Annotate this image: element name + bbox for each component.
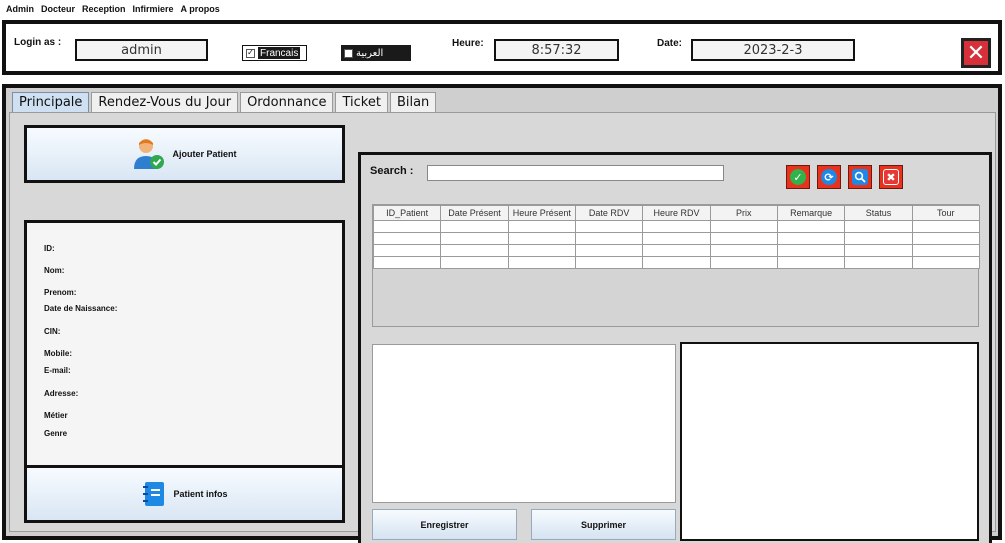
menu-docteur[interactable]: Docteur [41, 4, 75, 14]
field-prenom-label: Prenom: [44, 288, 77, 297]
field-genre-label: Genre [44, 429, 68, 438]
menu-bar: Admin Docteur Reception Infirmiere A pro… [0, 0, 1005, 18]
table-header-row: ID_Patient Date Présent Heure Présent Da… [372, 205, 981, 221]
notebook-icon [143, 482, 165, 506]
col-date-present[interactable]: Date Présent [440, 205, 509, 221]
tab-principale[interactable]: Principale [12, 92, 90, 112]
refresh-button[interactable]: ⟳ [817, 165, 841, 189]
info-bar: Login as : admin ✓ Francais العربية Heur… [2, 20, 1002, 75]
field-cin-label: CIN: [44, 327, 61, 336]
tab-bar: Principale Rendez-Vous du Jour Ordonnanc… [12, 92, 438, 112]
tab-principale-pane: Ajouter Patient ID: Nom: Prenom: Date de… [9, 112, 996, 543]
field-nom-label: Nom: [44, 266, 65, 275]
close-icon: ✕ [966, 40, 986, 65]
lang-francais-toggle[interactable]: ✓ Francais [242, 45, 307, 61]
tab-rendez-vous[interactable]: Rendez-Vous du Jour [91, 92, 239, 112]
date-label: Date: [657, 38, 683, 49]
col-id-patient[interactable]: ID_Patient [372, 205, 442, 221]
table-row[interactable] [372, 256, 981, 269]
heure-label: Heure: [452, 38, 484, 49]
close-button[interactable]: ✕ [961, 38, 991, 68]
heure-field: 8:57:32 [494, 39, 619, 61]
table-row[interactable] [372, 244, 981, 257]
add-user-icon [134, 139, 165, 169]
checkbox-checked-icon: ✓ [246, 48, 255, 58]
col-prix[interactable]: Prix [709, 205, 778, 221]
main-frame: Principale Rendez-Vous du Jour Ordonnanc… [2, 84, 1002, 543]
patient-infos-button[interactable]: Patient infos [24, 465, 345, 523]
col-status[interactable]: Status [844, 205, 913, 221]
details-textarea[interactable] [680, 342, 979, 541]
delete-button[interactable]: ✖ [879, 165, 903, 189]
col-heure-present[interactable]: Heure Présent [507, 205, 576, 221]
login-field: admin [75, 39, 208, 61]
field-id-label: ID: [44, 244, 55, 253]
rdv-panel: Search : ✓ ⟳ ✖ ID_Patient Date Présent H… [358, 152, 992, 543]
add-patient-button[interactable]: Ajouter Patient [24, 125, 345, 183]
lang-francais-label: Francais [258, 47, 301, 59]
login-label: Login as : [14, 37, 62, 48]
notes-textarea[interactable] [372, 344, 676, 503]
col-date-rdv[interactable]: Date RDV [574, 205, 644, 221]
rdv-table: ID_Patient Date Présent Heure Présent Da… [372, 204, 981, 327]
check-icon: ✓ [790, 169, 806, 185]
col-remarque[interactable]: Remarque [776, 205, 846, 221]
patient-infos-label: Patient infos [173, 489, 228, 499]
menu-reception[interactable]: Reception [82, 4, 126, 14]
delete-x-icon: ✖ [883, 169, 899, 185]
table-row[interactable] [372, 232, 981, 245]
menu-a-propos[interactable]: A propos [181, 4, 220, 14]
patient-info-panel: ID: Nom: Prenom: Date de Naissance: CIN:… [24, 220, 345, 486]
col-tour[interactable]: Tour [911, 205, 981, 221]
refresh-icon: ⟳ [821, 169, 837, 185]
magnifier-icon [852, 169, 868, 185]
lang-arabic-toggle[interactable]: العربية [341, 45, 411, 61]
menu-admin[interactable]: Admin [6, 4, 34, 14]
field-email-label: E-mail: [44, 366, 71, 375]
field-adresse-label: Adresse: [44, 389, 79, 398]
lang-arabic-label: العربية [356, 47, 384, 59]
menu-infirmiere[interactable]: Infirmiere [133, 4, 174, 14]
search-button[interactable] [848, 165, 872, 189]
field-mobile-label: Mobile: [44, 349, 72, 358]
add-patient-label: Ajouter Patient [172, 149, 237, 159]
search-input[interactable] [427, 165, 724, 181]
table-row[interactable] [372, 220, 981, 233]
save-button[interactable]: Enregistrer [372, 509, 517, 540]
field-metier-label: Métier [44, 411, 68, 420]
tab-ticket[interactable]: Ticket [335, 92, 388, 112]
validate-button[interactable]: ✓ [786, 165, 810, 189]
search-label: Search : [370, 165, 414, 177]
tab-bilan[interactable]: Bilan [389, 92, 437, 112]
field-date-naissance-label: Date de Naissance: [44, 304, 118, 313]
date-field: 2023-2-3 [691, 39, 855, 61]
tab-ordonnance[interactable]: Ordonnance [240, 92, 334, 112]
supprimer-button[interactable]: Supprimer [531, 509, 676, 540]
col-heure-rdv[interactable]: Heure RDV [642, 205, 711, 221]
checkbox-icon [344, 48, 353, 58]
